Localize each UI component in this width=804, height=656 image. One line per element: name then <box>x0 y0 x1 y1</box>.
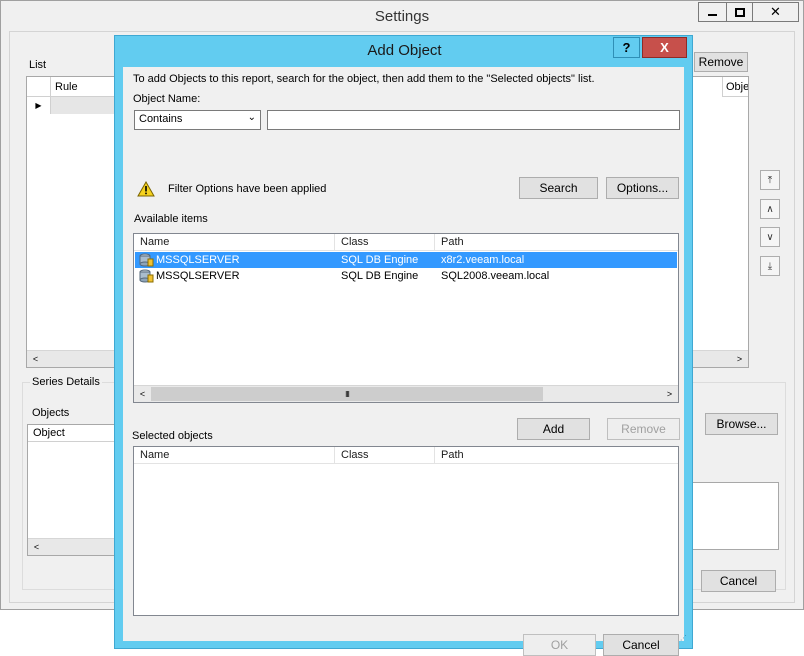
objects-grid-hscroll[interactable]: < <box>28 538 126 555</box>
item-path: SQL2008.veeam.local <box>441 270 550 282</box>
close-icon: X <box>660 40 669 55</box>
options-button[interactable]: Options... <box>606 177 679 199</box>
list-label: List <box>29 59 47 71</box>
settings-remove-button[interactable]: Remove <box>694 52 748 72</box>
settings-cancel-button[interactable]: Cancel <box>701 570 776 592</box>
scroll-left-icon[interactable]: < <box>134 386 151 402</box>
close-icon: ✕ <box>770 4 781 19</box>
dialog-title: Add Object <box>367 42 442 59</box>
scroll-grip-icon: III <box>345 389 350 399</box>
grid-corner <box>27 77 51 97</box>
column-header-name[interactable]: Name <box>134 447 335 464</box>
chevron-down-icon: ⌄ <box>247 112 256 123</box>
add-button[interactable]: Add <box>517 418 590 440</box>
ok-button[interactable]: OK <box>523 634 596 656</box>
remove-button[interactable]: Remove <box>607 418 680 440</box>
objects-grid-header[interactable]: Object <box>28 425 126 442</box>
scroll-left-icon[interactable]: < <box>28 539 45 555</box>
column-header-class[interactable]: Class <box>335 234 435 251</box>
row-pointer-icon: ▶ <box>27 97 51 114</box>
resize-grip-icon[interactable]: ⋰ <box>680 635 688 645</box>
item-name: MSSQLSERVER <box>156 254 240 266</box>
settings-title: Settings <box>374 8 430 25</box>
maximize-button[interactable] <box>726 2 753 22</box>
database-icon <box>138 269 154 288</box>
available-item-row[interactable]: MSSQLSERVER SQL DB Engine x8r2.veeam.loc… <box>135 252 677 268</box>
scroll-right-icon[interactable]: > <box>661 386 678 402</box>
available-item-row[interactable]: MSSQLSERVER SQL DB Engine SQL2008.veeam.… <box>135 268 677 284</box>
item-class: SQL DB Engine <box>341 270 419 282</box>
move-bottom-button[interactable]: ⤓ <box>760 256 780 276</box>
column-header-class[interactable]: Class <box>335 447 435 464</box>
filter-select[interactable]: Contains ⌄ <box>134 110 261 130</box>
warning-icon <box>137 180 155 197</box>
item-class: SQL DB Engine <box>341 254 419 266</box>
scroll-right-icon[interactable]: > <box>731 351 748 367</box>
instructions-text: To add Objects to this report, search fo… <box>133 73 595 85</box>
move-up-button[interactable]: ∧ <box>760 199 780 219</box>
grid-new-row[interactable] <box>51 97 120 114</box>
details-textbox[interactable] <box>686 482 779 550</box>
move-down-button[interactable]: ∨ <box>760 227 780 247</box>
help-icon: ? <box>622 40 631 55</box>
filter-select-value: Contains <box>139 113 183 125</box>
settings-close-button[interactable]: ✕ <box>752 2 799 22</box>
move-bottom-icon: ⤓ <box>767 260 773 272</box>
filter-message: Filter Options have been applied <box>168 183 327 195</box>
add-object-dialog: Add Object ? X To add Objects to this re… <box>114 35 693 656</box>
available-items-hscroll[interactable]: < III > <box>134 385 678 402</box>
series-details-label: Series Details <box>30 376 102 388</box>
cancel-button[interactable]: Cancel <box>603 634 679 656</box>
chevron-up-icon: ∧ <box>766 203 774 215</box>
selected-objects-label: Selected objects <box>132 430 213 442</box>
dialog-client: To add Objects to this report, search fo… <box>123 67 684 656</box>
minimize-icon <box>708 14 717 16</box>
column-header-path[interactable]: Path <box>435 234 678 251</box>
column-header-name[interactable]: Name <box>134 234 335 251</box>
object-name-label: Object Name: <box>133 93 201 105</box>
settings-titlebar: Settings ✕ <box>1 1 803 31</box>
objects-grid[interactable]: Object < <box>27 424 127 556</box>
maximize-icon <box>734 7 745 17</box>
object-name-input[interactable] <box>267 110 680 130</box>
objects-label: Objects <box>32 407 70 419</box>
scroll-left-icon[interactable]: < <box>27 351 44 367</box>
move-top-icon: ⤒ <box>767 174 773 186</box>
chevron-down-icon: ∨ <box>766 231 774 243</box>
column-header-path[interactable]: Path <box>435 447 678 464</box>
scroll-thumb[interactable]: III <box>151 387 543 401</box>
search-button[interactable]: Search <box>519 177 598 199</box>
minimize-button[interactable] <box>698 2 727 22</box>
selected-objects-list[interactable]: Name Class Path <box>133 446 679 616</box>
item-path: x8r2.veeam.local <box>441 254 525 266</box>
help-button[interactable]: ? <box>613 37 640 58</box>
grid-header-object[interactable]: Obje <box>722 77 748 97</box>
move-top-button[interactable]: ⤒ <box>760 170 780 190</box>
dialog-close-button[interactable]: X <box>642 37 687 58</box>
available-items-label: Available items <box>134 213 208 225</box>
item-name: MSSQLSERVER <box>156 270 240 282</box>
available-items-list[interactable]: Name Class Path MSSQLSERVER SQL DB Engin… <box>133 233 679 403</box>
browse-button[interactable]: Browse... <box>705 413 778 435</box>
